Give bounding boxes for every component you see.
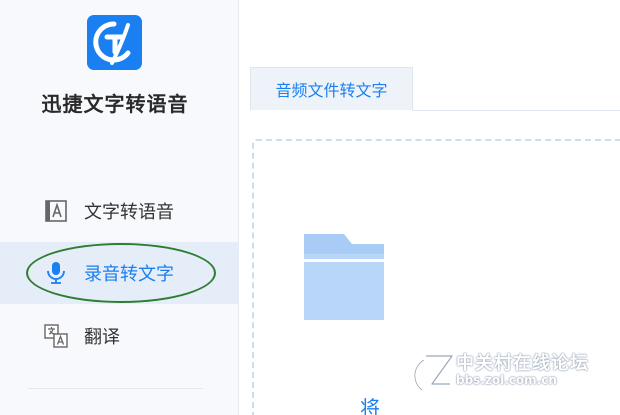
sidebar-item-label: 录音转文字 (84, 264, 174, 285)
sidebar: 迅捷文字转语音 文字转语音 录音转文字 翻译 (0, 0, 239, 415)
main-panel: 音频文件转文字 (240, 0, 620, 415)
sidebar-item-label: 翻译 (84, 327, 120, 348)
text-to-speech-icon (44, 199, 68, 223)
app-logo-icon (87, 15, 142, 70)
translate-icon (44, 324, 68, 348)
tab-audio-file-to-text[interactable]: 音频文件转文字 (250, 67, 413, 111)
app-name: 迅捷文字转语音 (41, 92, 189, 116)
microphone-icon (44, 261, 68, 285)
folder-icon[interactable] (304, 232, 384, 320)
sidebar-divider (28, 388, 203, 389)
sidebar-item-translate[interactable]: 翻译 (0, 305, 239, 367)
drop-zone-hint: 将 (360, 396, 380, 415)
sidebar-item-label: 文字转语音 (84, 202, 174, 223)
sidebar-item-text-to-speech[interactable]: 文字转语音 (0, 180, 239, 242)
sidebar-item-recording-to-text[interactable]: 录音转文字 (0, 242, 239, 304)
